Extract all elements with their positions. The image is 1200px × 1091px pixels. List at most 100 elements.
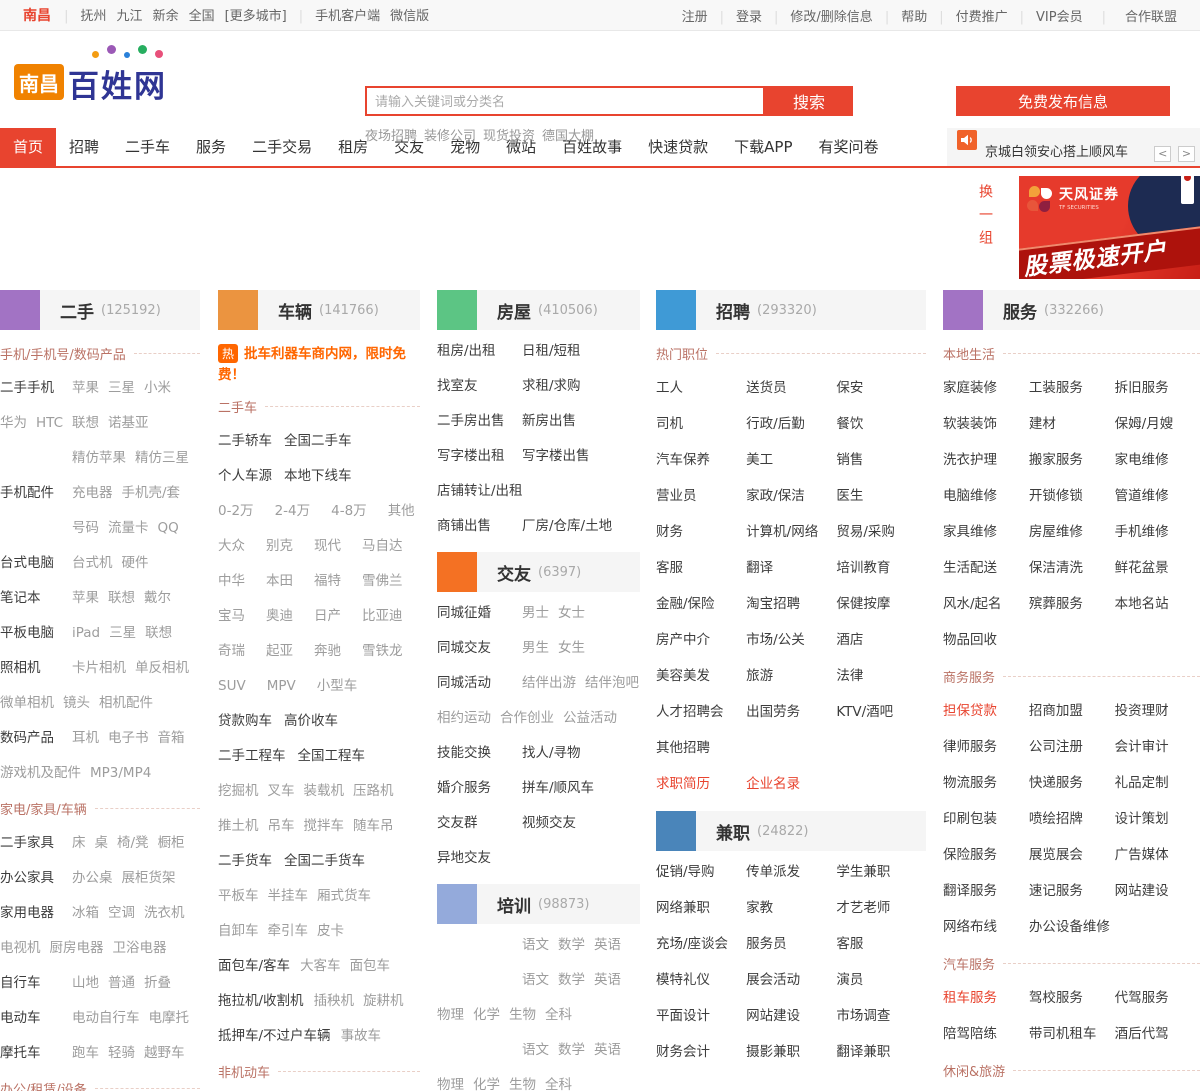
category-link[interactable]: 学生兼职 — [836, 863, 926, 882]
category-link[interactable]: 全国二手车 — [284, 433, 352, 449]
category-link[interactable]: 电子书 — [108, 730, 149, 746]
category-link[interactable]: 酒店 — [836, 631, 926, 650]
category-link[interactable]: 男生 — [522, 640, 549, 656]
category-link[interactable]: 流量卡 — [108, 520, 149, 536]
category-link[interactable]: 本地名站 — [1115, 595, 1200, 614]
nav-item[interactable]: 二手车 — [112, 128, 183, 166]
category-link[interactable]: 马自达 — [362, 538, 403, 554]
nav-item[interactable]: 首页 — [0, 128, 57, 166]
category-link[interactable]: 其他招聘 — [656, 739, 746, 758]
category-label-link[interactable]: 二手手机 — [0, 379, 72, 398]
category-link[interactable]: 手机壳/套 — [122, 485, 181, 501]
category-link[interactable]: 广告媒体 — [1115, 846, 1200, 865]
category-link[interactable]: 吊车 — [268, 818, 295, 834]
category-link[interactable]: 厨房电器 — [50, 940, 104, 956]
category-link[interactable]: 房产中介 — [656, 631, 746, 650]
category-label-link[interactable]: 拖拉机/收割机 — [218, 993, 304, 1009]
category-link[interactable]: 旅游 — [746, 667, 836, 686]
topbar-user-link[interactable]: 登录 — [736, 10, 762, 25]
category-link[interactable]: 设计策划 — [1115, 810, 1200, 829]
category-link[interactable]: 福特 — [314, 573, 341, 589]
category-link[interactable]: 新房出售 — [522, 413, 576, 429]
category-label-link[interactable]: 交友群 — [437, 814, 522, 833]
category-label-link[interactable]: 笔记本 — [0, 589, 72, 608]
category-link[interactable]: 风水/起名 — [943, 595, 1029, 614]
category-link[interactable]: 起亚 — [266, 643, 293, 659]
category-link[interactable]: 保险服务 — [943, 846, 1029, 865]
category-link[interactable]: 合作创业 — [500, 710, 554, 726]
category-link[interactable]: 椅/凳 — [117, 835, 149, 851]
category-link[interactable]: 软装装饰 — [943, 415, 1029, 434]
category-link[interactable]: 求租/求购 — [522, 378, 581, 394]
category-link[interactable]: 美容美发 — [656, 667, 746, 686]
category-link[interactable]: 代驾服务 — [1115, 989, 1200, 1008]
topbar-mobile-link[interactable]: 手机客户端 — [315, 9, 380, 24]
category-link[interactable]: 网络兼职 — [656, 899, 746, 918]
category-link[interactable]: 家政/保洁 — [746, 487, 836, 506]
topbar-user-link[interactable]: 注册 — [682, 10, 708, 25]
category-link[interactable]: 华为 — [0, 415, 27, 431]
category-link[interactable]: 租车服务 — [943, 989, 1029, 1008]
category-link[interactable]: 洗衣护理 — [943, 451, 1029, 470]
category-link[interactable]: 销售 — [836, 451, 926, 470]
category-link[interactable]: 家教 — [746, 899, 836, 918]
category-link[interactable]: 普通 — [108, 975, 135, 991]
category-link[interactable]: 物理 — [437, 1007, 464, 1023]
category-link[interactable]: 家庭装修 — [943, 379, 1029, 398]
category-label-link[interactable]: 抵押车/不过户车辆 — [218, 1028, 331, 1044]
category-link[interactable]: 洗衣机 — [144, 905, 185, 921]
category-title-link[interactable]: 兼职 — [716, 819, 750, 844]
category-link[interactable]: 微单相机 — [0, 695, 54, 711]
category-link[interactable]: 英语 — [594, 1042, 621, 1058]
category-link[interactable]: 冰箱 — [72, 905, 99, 921]
category-title-link[interactable]: 招聘 — [716, 298, 750, 323]
category-link[interactable]: 皮卡 — [317, 923, 344, 939]
category-link[interactable]: 生活配送 — [943, 559, 1029, 578]
category-label-link[interactable]: 数码产品 — [0, 729, 72, 748]
category-link[interactable]: 二手轿车 — [218, 433, 272, 449]
category-link[interactable]: 厢式货车 — [317, 888, 371, 904]
category-link[interactable]: 镜头 — [63, 695, 90, 711]
category-link[interactable]: 奔驰 — [314, 643, 341, 659]
category-label-link[interactable]: 电动车 — [0, 1009, 72, 1028]
category-link[interactable]: 行政/后勤 — [746, 415, 836, 434]
category-label-link[interactable]: 同城交友 — [437, 639, 522, 658]
category-label-link[interactable]: 二手房出售 — [437, 412, 522, 431]
category-link[interactable]: 出国劳务 — [746, 703, 836, 722]
category-link[interactable]: 找人/寻物 — [522, 745, 581, 761]
category-label-link[interactable]: 台式电脑 — [0, 554, 72, 573]
category-link[interactable]: 贷款购车 — [218, 713, 272, 729]
category-label-link[interactable]: 技能交换 — [437, 744, 522, 763]
category-link[interactable]: 4-8万 — [331, 503, 367, 519]
category-link[interactable]: 男士 — [522, 605, 549, 621]
category-link[interactable]: 大众 — [218, 538, 245, 554]
category-link[interactable]: 苹果 — [72, 590, 99, 606]
category-link[interactable]: 生物 — [509, 1077, 536, 1091]
announcement-prev-button[interactable]: < — [1154, 146, 1172, 162]
category-link[interactable]: 保洁清洗 — [1029, 559, 1115, 578]
category-label-link[interactable]: 婚介服务 — [437, 779, 522, 798]
category-link[interactable]: 工人 — [656, 379, 746, 398]
category-link[interactable]: 跑车 — [72, 1045, 99, 1061]
category-link[interactable]: 贸易/采购 — [836, 523, 926, 542]
category-link[interactable]: MP3/MP4 — [90, 765, 151, 781]
category-link[interactable]: 现代 — [314, 538, 341, 554]
category-link[interactable]: 快递服务 — [1029, 774, 1115, 793]
category-link[interactable]: 促销/导购 — [656, 863, 746, 882]
category-link[interactable]: 办公桌 — [72, 870, 113, 886]
search-input[interactable] — [365, 86, 765, 116]
category-link[interactable]: 橱柜 — [158, 835, 185, 851]
category-link[interactable]: 硬件 — [122, 555, 149, 571]
category-link[interactable]: KTV/酒吧 — [836, 703, 926, 722]
category-link[interactable]: 会计审计 — [1115, 738, 1200, 757]
category-link[interactable]: 市场调查 — [836, 1007, 926, 1026]
category-link[interactable]: 语文 — [522, 1042, 549, 1058]
search-button[interactable]: 搜索 — [765, 86, 853, 116]
category-link[interactable]: 市场/公关 — [746, 631, 836, 650]
category-title-link[interactable]: 房屋 — [497, 298, 531, 323]
category-link[interactable]: 酒后代驾 — [1115, 1025, 1200, 1044]
category-link[interactable]: 电视机 — [0, 940, 41, 956]
category-link[interactable]: 联想 — [72, 415, 99, 431]
category-link[interactable]: 电动自行车 — [72, 1010, 140, 1026]
category-link[interactable]: 化学 — [473, 1077, 500, 1091]
